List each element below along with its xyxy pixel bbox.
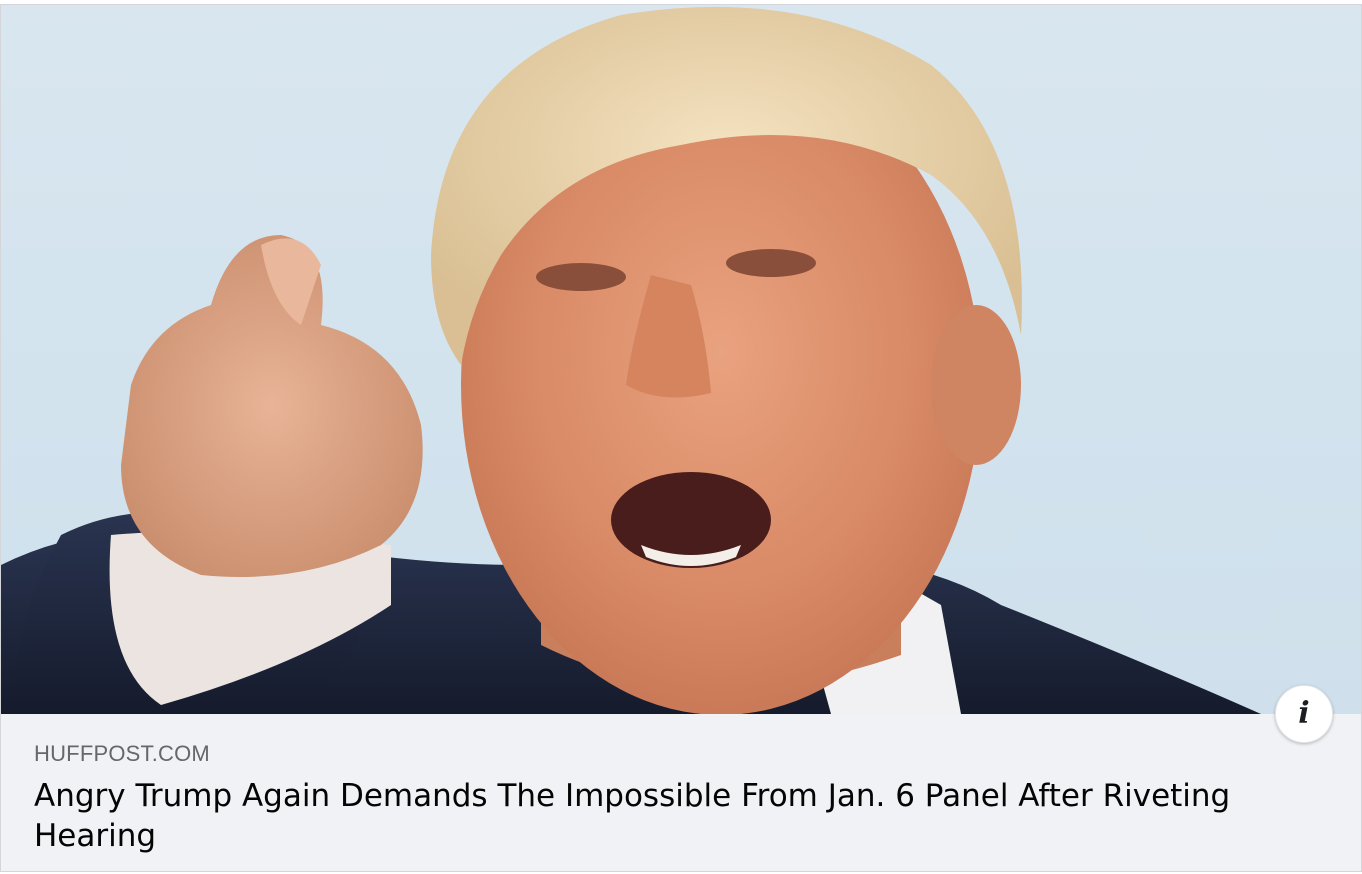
article-photo xyxy=(1,6,1261,714)
link-preview-footer[interactable]: HUFFPOST.COM Angry Trump Again Demands T… xyxy=(1,714,1361,871)
link-preview-card[interactable]: i HUFFPOST.COM Angry Trump Again Demands… xyxy=(0,4,1362,872)
source-domain: HUFFPOST.COM xyxy=(34,741,210,766)
info-icon: i xyxy=(1298,696,1310,731)
article-headline[interactable]: Angry Trump Again Demands The Impossible… xyxy=(34,776,1264,856)
info-button[interactable]: i xyxy=(1275,685,1333,743)
headline-link[interactable]: Angry Trump Again Demands The Impossible… xyxy=(34,778,1230,854)
article-image[interactable] xyxy=(1,5,1361,714)
